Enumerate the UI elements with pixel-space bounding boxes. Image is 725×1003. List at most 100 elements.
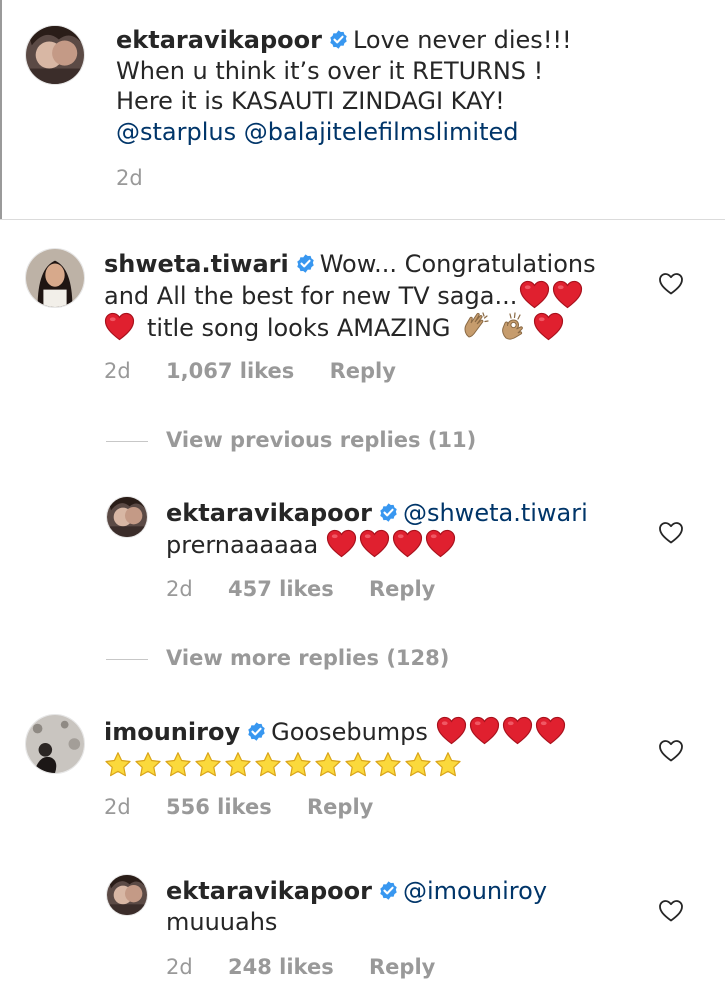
like-comment-button[interactable] (658, 521, 684, 545)
like-comment-button[interactable] (658, 899, 684, 923)
timestamp: 2d (166, 577, 193, 601)
red-heart-emoji (326, 529, 357, 558)
star-emoji (104, 751, 132, 779)
caption-line-3: Here it is KASAUTI ZINDAGI KAY! (116, 87, 505, 115)
comment-line: imouniroy Goosebumps (104, 716, 649, 748)
red-heart-emoji (392, 529, 423, 558)
heart-outline-icon (658, 899, 684, 923)
avatar[interactable] (25, 248, 85, 308)
mention-link[interactable]: @balajitelefilmslimited (244, 118, 519, 146)
comment-text: shweta.tiwari Wow... Congratulations and … (104, 249, 649, 344)
mention-link[interactable]: @shweta.tiwari (403, 499, 588, 527)
red-heart-emoji (535, 716, 566, 745)
reply-line: ektaravikapoor @shweta.tiwari (166, 498, 646, 529)
likes-count[interactable]: 457 likes (228, 577, 334, 601)
reply-button[interactable]: Reply (369, 955, 435, 979)
red-heart-emoji (519, 280, 550, 309)
star-emoji (224, 751, 252, 779)
avatar-photo (26, 26, 84, 84)
verified-badge-icon (378, 880, 399, 901)
red-heart-emoji (552, 280, 583, 309)
reply-thread-rule (106, 658, 148, 660)
ok-hand-emoji (497, 311, 527, 341)
comment-username[interactable]: shweta.tiwari (104, 250, 289, 278)
divider (0, 219, 725, 220)
comment-line: shweta.tiwari Wow... Congratulations (104, 249, 649, 280)
timestamp: 2d (166, 955, 193, 979)
reply-button[interactable]: Reply (307, 795, 373, 819)
caption-timestamp: 2d (116, 166, 143, 190)
comment-line-2: and All the best for new TV saga... (104, 281, 518, 310)
like-comment-button[interactable] (658, 272, 684, 296)
star-emoji (314, 751, 342, 779)
caption-username[interactable]: ektaravikapoor (116, 26, 322, 54)
avatar-photo (107, 497, 147, 537)
comment-meta: 2d 556 likes Reply (104, 795, 401, 819)
avatar[interactable] (25, 714, 85, 774)
star-emoji (164, 751, 192, 779)
reply-text: ektaravikapoor @imouniroy muuuahs (166, 876, 646, 937)
clapping-hands-emoji (461, 311, 491, 341)
comments-view: ektaravikapoor Love never dies!!! When u … (0, 0, 725, 1003)
view-previous-replies-label: View previous replies (11) (166, 428, 477, 452)
avatar-photo (107, 875, 147, 915)
mention-link[interactable]: @imouniroy (403, 877, 547, 905)
reply-line-2: prernaaaaaa (166, 530, 319, 559)
heart-outline-icon (658, 521, 684, 545)
reply-username[interactable]: ektaravikapoor (166, 877, 372, 905)
like-comment-button[interactable] (658, 739, 684, 763)
star-emoji (404, 751, 432, 779)
caption-mentions: @starplus @balajitelefilmslimited (116, 117, 706, 148)
star-emoji-row (104, 748, 649, 782)
reply-meta: 2d 457 likes Reply (166, 577, 463, 601)
reply-button[interactable]: Reply (330, 359, 396, 383)
mention-link[interactable]: @starplus (116, 118, 236, 146)
star-emoji (374, 751, 402, 779)
star-emoji (254, 751, 282, 779)
view-previous-replies[interactable]: View previous replies (11) (106, 428, 476, 452)
reply-line: prernaaaaaa (166, 529, 646, 561)
comment-meta: 2d 1,067 likes Reply (104, 359, 424, 383)
comment-text: imouniroy Goosebumps (104, 716, 649, 781)
comment-line: title song looks AMAZING (104, 311, 649, 344)
reply-thread-rule (106, 440, 148, 442)
caption-line: ektaravikapoor Love never dies!!! (116, 25, 706, 56)
likes-count[interactable]: 1,067 likes (166, 359, 294, 383)
caption-line-1: Love never dies!!! (352, 26, 572, 54)
comment-line-1: Goosebumps (271, 718, 428, 746)
red-heart-emoji (469, 716, 500, 745)
red-heart-emoji (533, 312, 564, 341)
reply-username[interactable]: ektaravikapoor (166, 499, 372, 527)
red-heart-emoji (104, 312, 135, 341)
reply-line: ektaravikapoor @imouniroy (166, 876, 646, 907)
comment-line: and All the best for new TV saga... (104, 280, 649, 312)
star-emoji (434, 751, 462, 779)
avatar[interactable] (25, 25, 85, 85)
comment-line-1: Wow... Congratulations (319, 250, 596, 278)
star-emoji (284, 751, 312, 779)
view-more-replies[interactable]: View more replies (128) (106, 646, 449, 670)
likes-count[interactable]: 248 likes (228, 955, 334, 979)
view-more-replies-label: View more replies (128) (166, 646, 450, 670)
timestamp: 2d (116, 166, 143, 190)
likes-count[interactable]: 556 likes (166, 795, 272, 819)
red-heart-emoji (425, 529, 456, 558)
caption-line-2: When u think it’s over it RETURNS ! (116, 56, 544, 85)
avatar[interactable] (106, 496, 148, 538)
timestamp: 2d (104, 795, 131, 819)
avatar-photo (26, 715, 84, 773)
verified-badge-icon (246, 721, 267, 742)
heart-outline-icon (658, 272, 684, 296)
red-heart-emoji (359, 529, 390, 558)
reply-button[interactable]: Reply (369, 577, 435, 601)
verified-badge-icon (295, 253, 316, 274)
star-emoji (194, 751, 222, 779)
reply-text: ektaravikapoor @shweta.tiwari prernaaaaaa (166, 498, 646, 560)
avatar[interactable] (106, 874, 148, 916)
comment-username[interactable]: imouniroy (104, 718, 240, 746)
verified-badge-icon (378, 502, 399, 523)
timestamp: 2d (104, 359, 131, 383)
red-heart-emoji (436, 716, 467, 745)
star-emoji (344, 751, 372, 779)
star-emoji (134, 751, 162, 779)
